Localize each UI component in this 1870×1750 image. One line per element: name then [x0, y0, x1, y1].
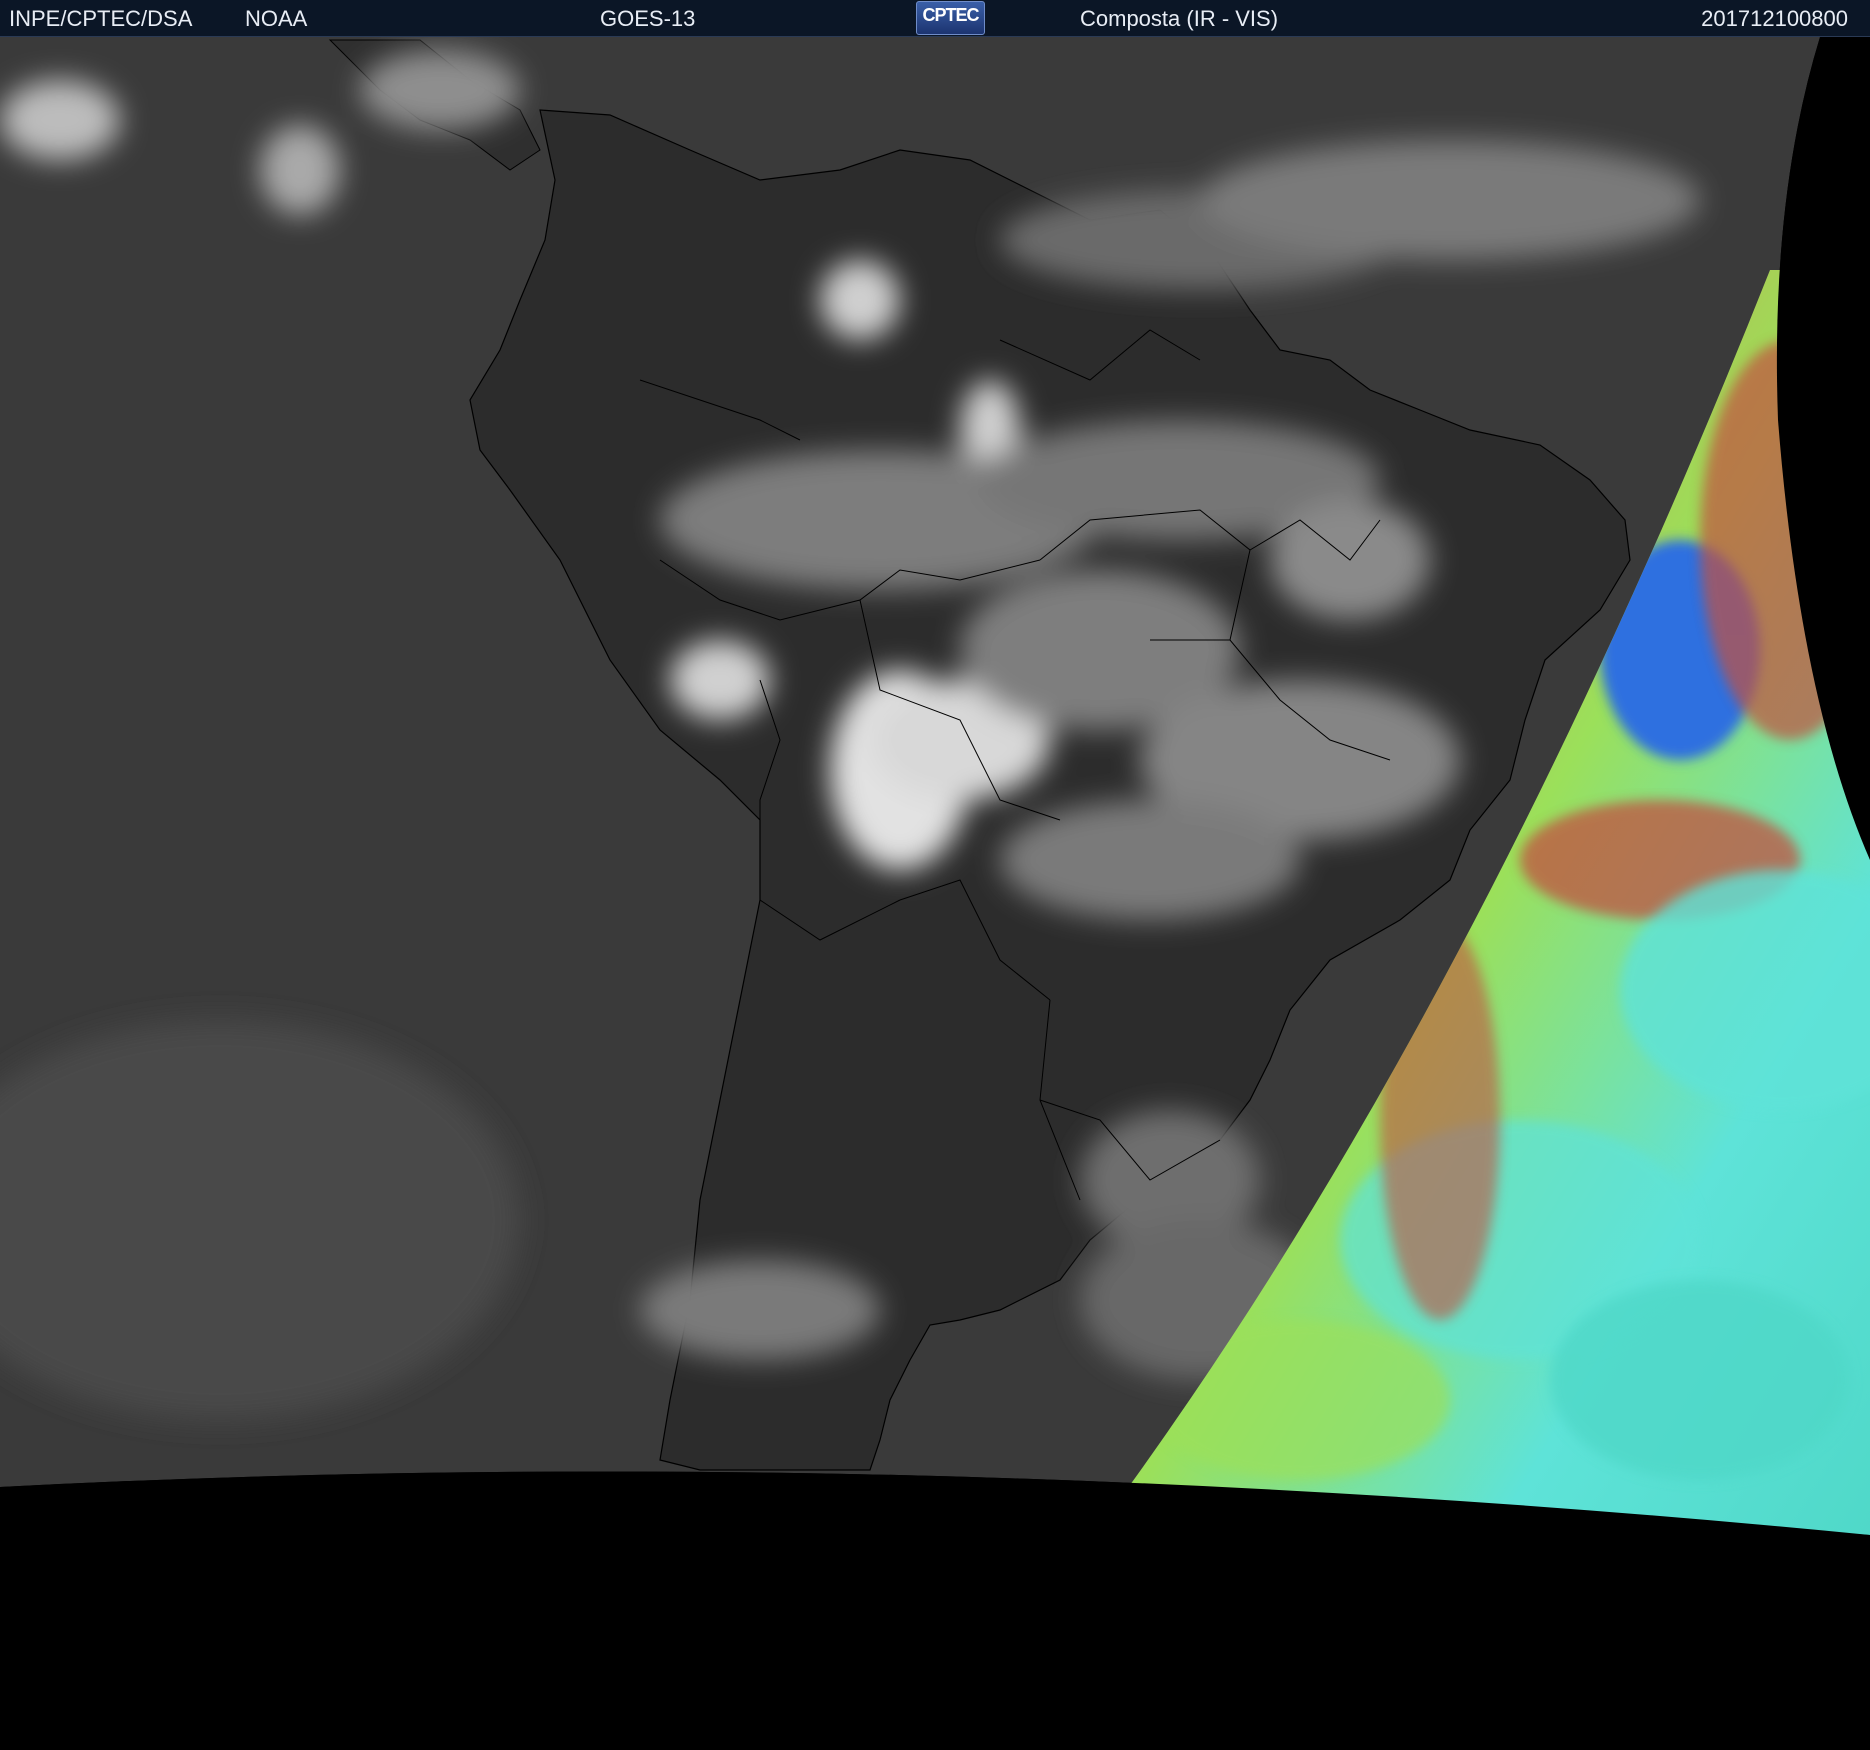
- timestamp-label: 201712100800: [1701, 6, 1848, 31]
- satellite-label: GOES-13: [600, 6, 696, 31]
- product-label: Composta (IR - VIS): [1080, 6, 1279, 31]
- agency-label: INPE/CPTEC/DSA: [9, 6, 193, 31]
- provider-label: NOAA: [245, 6, 308, 31]
- cptec-logo: CPTEC: [916, 1, 985, 35]
- image-header-bar: INPE/CPTEC/DSA NOAA GOES-13 CPTEC Compos…: [0, 0, 1870, 37]
- satellite-image: [0, 37, 1870, 1750]
- cptec-logo-text: CPTEC: [922, 5, 979, 25]
- space-bottom: [0, 1471, 1870, 1750]
